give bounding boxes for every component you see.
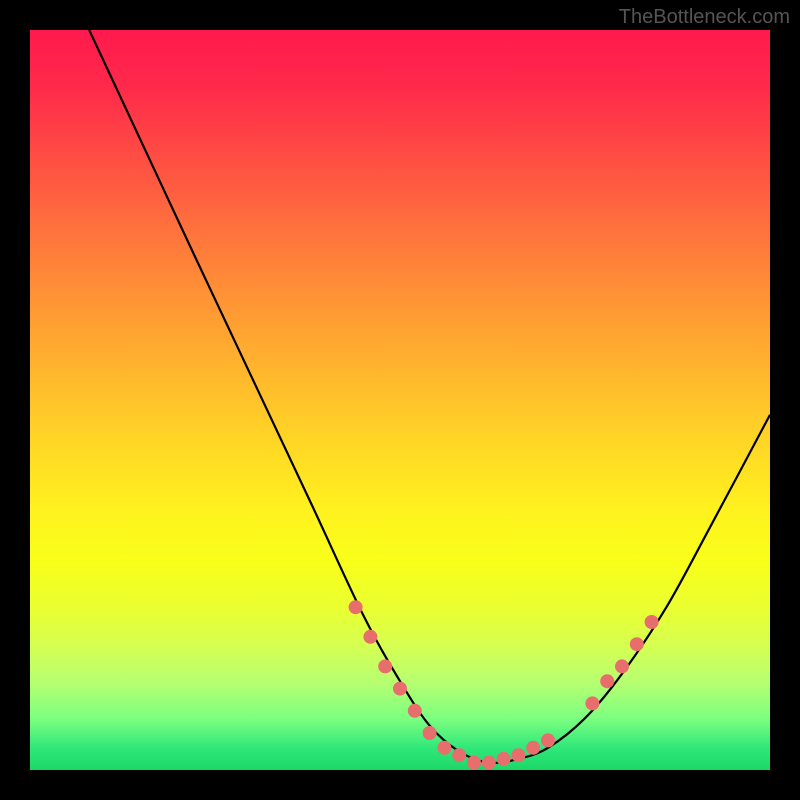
data-marker xyxy=(349,600,363,614)
data-marker xyxy=(645,615,659,629)
data-marker xyxy=(423,726,437,740)
data-marker xyxy=(526,741,540,755)
data-marker xyxy=(511,748,525,762)
curve-markers xyxy=(349,600,659,769)
data-marker xyxy=(615,659,629,673)
data-marker xyxy=(437,741,451,755)
data-marker xyxy=(541,733,555,747)
data-marker xyxy=(408,704,422,718)
data-marker xyxy=(482,756,496,770)
chart-svg xyxy=(30,30,770,770)
data-marker xyxy=(585,696,599,710)
data-marker xyxy=(363,630,377,644)
curve-line xyxy=(89,30,770,763)
data-marker xyxy=(378,659,392,673)
data-marker xyxy=(393,682,407,696)
watermark-text: TheBottleneck.com xyxy=(619,6,790,29)
chart-plot-area xyxy=(30,30,770,770)
data-marker xyxy=(630,637,644,651)
data-marker xyxy=(497,752,511,766)
data-marker xyxy=(600,674,614,688)
data-marker xyxy=(467,756,481,770)
data-marker xyxy=(452,748,466,762)
